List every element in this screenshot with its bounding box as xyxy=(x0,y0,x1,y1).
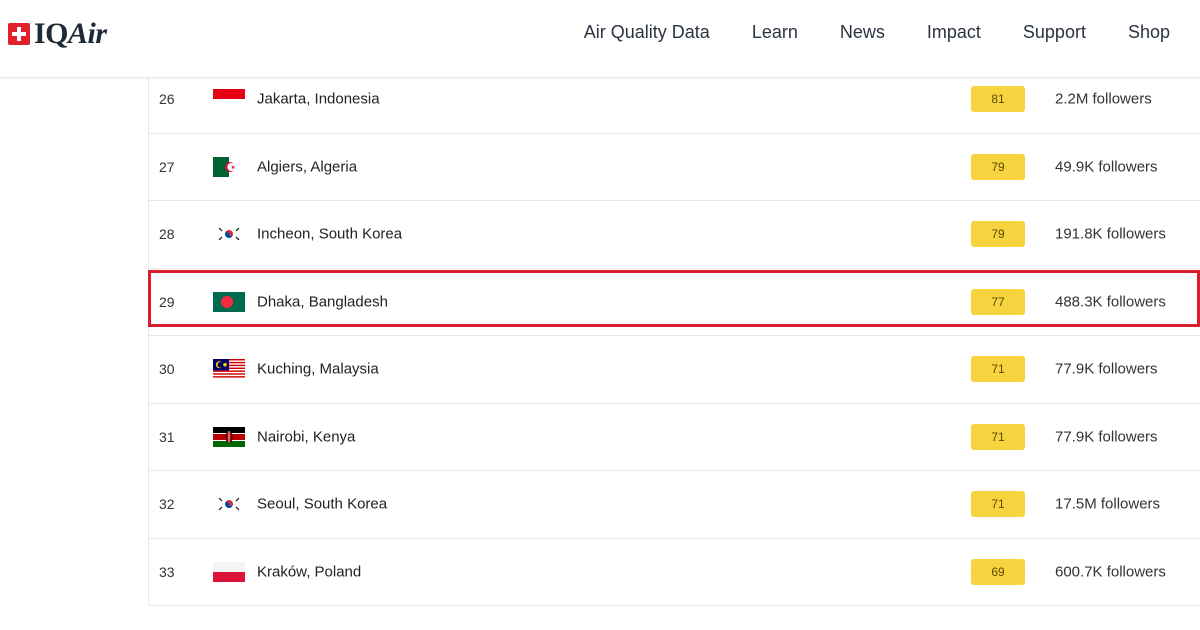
rank-number: 27 xyxy=(159,158,175,175)
rank-number: 29 xyxy=(159,293,175,310)
nav-shop[interactable]: Shop xyxy=(1128,22,1170,43)
aqi-badge: 77 xyxy=(971,288,1025,315)
city-name[interactable]: Jakarta, Indonesia xyxy=(257,91,380,108)
site-header: IQAir Air Quality Data Learn News Impact… xyxy=(0,0,1200,78)
city-name[interactable]: Dhaka, Bangladesh xyxy=(257,293,388,310)
aqi-badge: 81 xyxy=(971,86,1025,113)
rank-number: 31 xyxy=(159,428,175,445)
nav-air-quality-data[interactable]: Air Quality Data xyxy=(584,22,710,43)
city-name[interactable]: Nairobi, Kenya xyxy=(257,428,355,445)
table-row[interactable]: 33 Kraków, Poland 69 600.7K followers xyxy=(149,539,1200,606)
rank-number: 26 xyxy=(159,91,175,108)
table-row[interactable]: 28 Incheon, South Korea 79 191.8K followers xyxy=(149,201,1200,269)
logo-text-air: Air xyxy=(68,17,107,50)
nav-support[interactable]: Support xyxy=(1023,22,1086,43)
city-name[interactable]: Incheon, South Korea xyxy=(257,226,402,243)
city-name[interactable]: Algiers, Algeria xyxy=(257,158,357,175)
aqi-badge: 71 xyxy=(971,423,1025,450)
table-row[interactable]: 27 Algiers, Algeria 79 49.9K followers xyxy=(149,134,1200,201)
followers-count: 2.2M followers xyxy=(1055,90,1152,108)
table-row[interactable]: 29 Dhaka, Bangladesh 77 488.3K followers xyxy=(149,269,1200,336)
logo-text-iq: IQ xyxy=(34,17,69,50)
nav-news[interactable]: News xyxy=(840,22,885,43)
poland-flag-icon xyxy=(213,561,245,582)
city-name[interactable]: Kuching, Malaysia xyxy=(257,361,379,378)
city-ranking-table: 26 Jakarta, Indonesia 81 2.2M followers 27 Al… xyxy=(148,66,1200,606)
nav-impact[interactable]: Impact xyxy=(927,22,981,43)
rank-number: 30 xyxy=(159,361,175,378)
followers-count: 77.9K followers xyxy=(1055,428,1158,446)
followers-count: 49.9K followers xyxy=(1055,158,1158,176)
rank-number: 28 xyxy=(159,226,175,243)
followers-count: 191.8K followers xyxy=(1055,225,1166,243)
aqi-badge: 79 xyxy=(971,153,1025,180)
city-name[interactable]: Seoul, South Korea xyxy=(257,496,387,513)
aqi-badge: 71 xyxy=(971,356,1025,383)
nav-learn[interactable]: Learn xyxy=(752,22,798,43)
main-nav: Air Quality Data Learn News Impact Suppo… xyxy=(584,22,1170,43)
table-row[interactable]: 30 Kuching, Malaysia 71 77.9K followers xyxy=(149,336,1200,404)
swiss-cross-icon xyxy=(8,23,30,45)
table-row[interactable]: 31 Nairobi, Kenya 71 77.9K followers xyxy=(149,404,1200,471)
algeria-flag-icon xyxy=(213,156,245,177)
aqi-badge: 71 xyxy=(971,491,1025,518)
indonesia-flag-icon xyxy=(213,89,245,110)
city-name[interactable]: Kraków, Poland xyxy=(257,563,361,580)
rank-number: 32 xyxy=(159,496,175,513)
south-korea-flag-icon xyxy=(213,224,245,245)
iqair-logo[interactable]: IQAir xyxy=(8,17,107,51)
followers-count: 488.3K followers xyxy=(1055,293,1166,311)
followers-count: 77.9K followers xyxy=(1055,360,1158,378)
table-row[interactable]: 32 Seoul, South Korea 71 17.5M followers xyxy=(149,471,1200,539)
logo-wordmark: IQAir xyxy=(34,17,107,51)
aqi-badge: 69 xyxy=(971,558,1025,585)
followers-count: 600.7K followers xyxy=(1055,563,1166,581)
malaysia-flag-icon xyxy=(213,359,245,380)
followers-count: 17.5M followers xyxy=(1055,495,1161,513)
south-korea-flag-icon xyxy=(213,494,245,515)
bangladesh-flag-icon xyxy=(213,291,245,312)
aqi-badge: 79 xyxy=(971,221,1025,248)
kenya-flag-icon xyxy=(213,426,245,447)
rank-number: 33 xyxy=(159,563,175,580)
